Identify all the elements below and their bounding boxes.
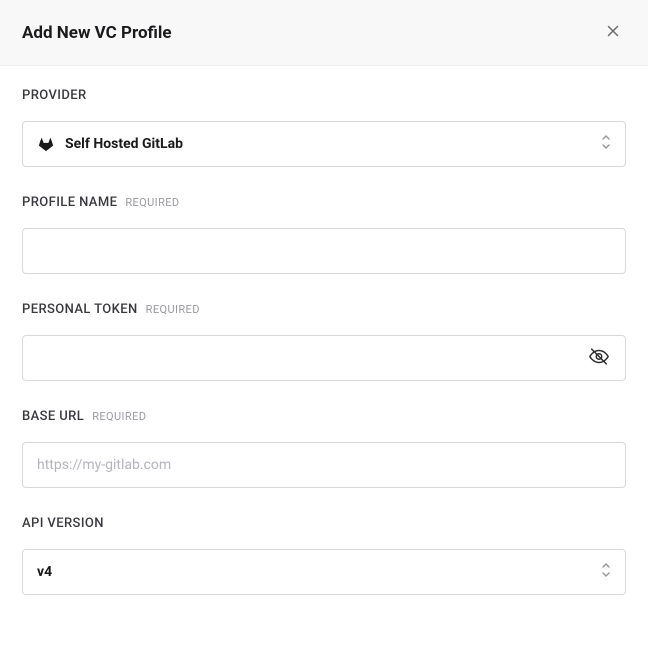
provider-label: PROVIDER [22,88,87,103]
profile-name-label-row: PROFILE NAME REQUIRED [22,195,626,210]
api-version-label: API VERSION [22,516,104,531]
api-version-group: API VERSION v4 [22,516,626,595]
provider-select[interactable]: Self Hosted GitLab [22,121,626,167]
personal-token-input-wrapper [22,335,626,381]
profile-name-required: REQUIRED [125,196,179,209]
dialog-title: Add New VC Profile [22,23,172,43]
base-url-input[interactable] [22,442,626,488]
api-version-select[interactable]: v4 [22,549,626,595]
profile-name-label: PROFILE NAME [22,195,117,210]
profile-name-group: PROFILE NAME REQUIRED [22,195,626,274]
provider-selected-value: Self Hosted GitLab [65,136,183,152]
gitlab-icon [37,135,55,153]
close-button[interactable] [600,18,626,47]
dialog-header: Add New VC Profile [0,0,648,66]
profile-name-input[interactable] [22,228,626,274]
api-version-label-row: API VERSION [22,516,626,531]
provider-label-row: PROVIDER [22,88,626,103]
personal-token-label: PERSONAL TOKEN [22,302,138,317]
personal-token-group: PERSONAL TOKEN REQUIRED [22,302,626,381]
base-url-required: REQUIRED [92,410,146,423]
api-version-selected-value: v4 [37,564,52,580]
form-body: PROVIDER Self Hosted GitLab PROFILE NA [0,66,648,645]
base-url-label: BASE URL [22,409,84,424]
api-version-select-wrapper: v4 [22,549,626,595]
close-icon [604,22,622,43]
toggle-token-visibility-button[interactable] [582,340,616,377]
personal-token-input[interactable] [22,335,626,381]
provider-select-wrapper: Self Hosted GitLab [22,121,626,167]
base-url-group: BASE URL REQUIRED [22,409,626,488]
personal-token-label-row: PERSONAL TOKEN REQUIRED [22,302,626,317]
provider-group: PROVIDER Self Hosted GitLab [22,88,626,167]
base-url-label-row: BASE URL REQUIRED [22,409,626,424]
eye-off-icon [588,346,610,371]
personal-token-required: REQUIRED [146,303,200,316]
